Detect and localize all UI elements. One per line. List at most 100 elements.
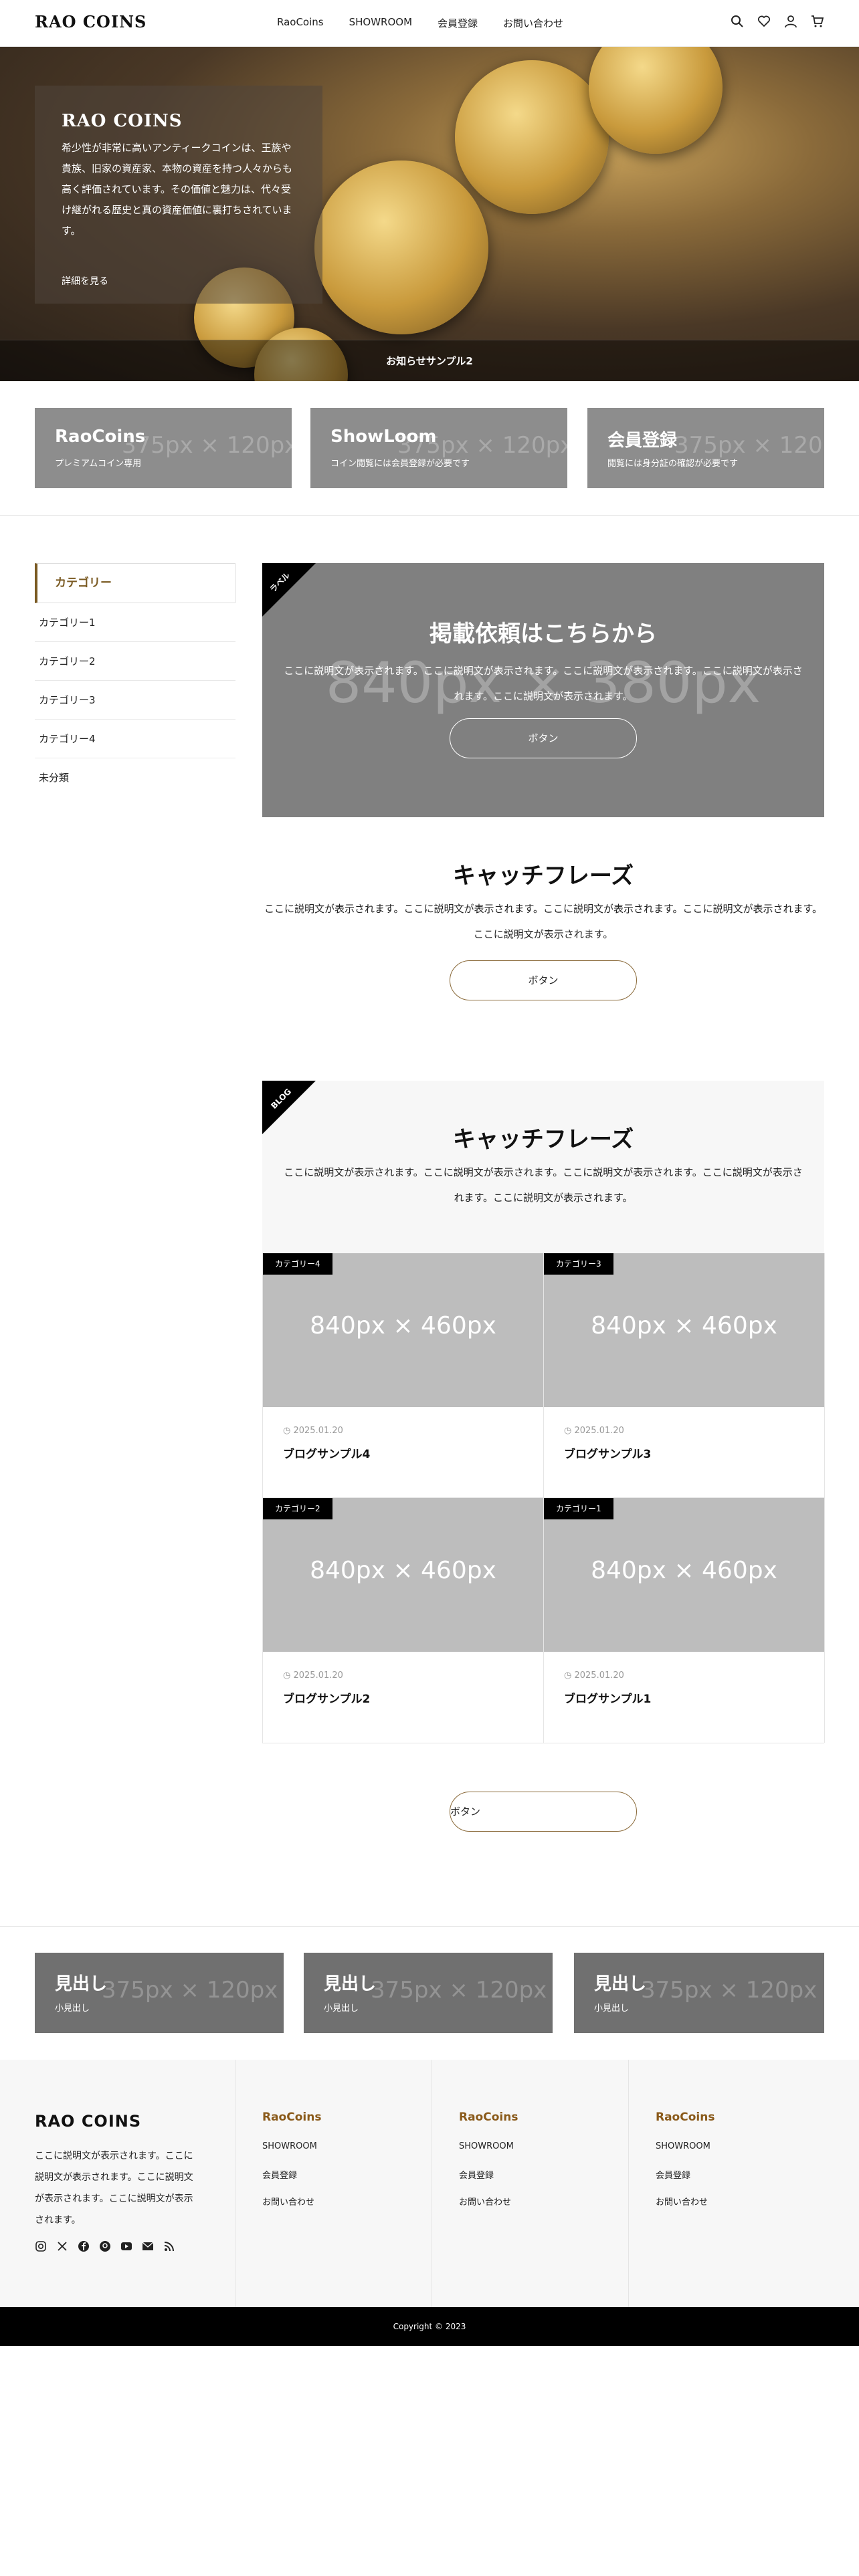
user-icon[interactable] [784,15,797,28]
footer-link[interactable]: お問い合わせ [656,2195,714,2208]
catch-button[interactable]: ボタン [450,960,637,1000]
bottom-banner[interactable]: 375px × 120px 見出し 小見出し [304,1953,553,2033]
footer-link[interactable]: お問い合わせ [459,2195,518,2208]
banner-placeholder: 375px × 120px [641,1977,818,2004]
facebook-icon[interactable] [78,2240,90,2252]
banner-placeholder: 375px × 120px [122,432,292,459]
clock-icon: ◷ [283,1426,294,1436]
post-title: ブログサンプル1 [564,1693,652,1706]
heart-icon[interactable] [757,15,771,28]
catch-description: ここに説明文が表示されます。ここに説明文が表示されます。ここに説明文が表示されま… [264,903,822,940]
hero-detail-link[interactable]: 詳細を見る [62,274,108,288]
youtube-icon[interactable] [120,2240,132,2252]
instagram-icon[interactable] [35,2240,47,2252]
blog-more-button[interactable]: ボタン [450,1792,637,1832]
category-item[interactable]: カテゴリー2 [35,642,235,681]
mail-icon[interactable] [142,2240,154,2252]
footer-description: ここに説明文が表示されます。ここに説明文が表示されます。ここに説明文が表示されま… [35,2151,193,2226]
post-date: ◷ 2025.01.20 [283,1426,343,1436]
blog-grid: 840px × 460px カテゴリー4 ◷ 2025.01.20 ブログサンプ… [262,1253,825,1743]
blog-card[interactable]: 840px × 460px カテゴリー2 ◷ 2025.01.20 ブログサンプ… [263,1498,544,1743]
rss-icon[interactable] [163,2240,175,2252]
post-date-text: 2025.01.20 [574,1426,624,1436]
banner-showloom[interactable]: 375px × 120px ShowLoom コイン閲覧には会員登録が必要です [310,408,567,488]
banner-subtitle: コイン閲覧には会員登録が必要です [330,459,470,469]
blog-title: キャッチフレーズ [452,1126,634,1153]
site-footer: RAO COINS ここに説明文が表示されます。ここに説明文が表示されます。ここ… [0,2060,859,2307]
blog-card[interactable]: 840px × 460px カテゴリー1 ◷ 2025.01.20 ブログサンプ… [544,1498,825,1743]
footer-link[interactable]: SHOWROOM [656,2141,714,2152]
footer-column-heading: RaoCoins [459,2111,518,2124]
post-date: ◷ 2025.01.20 [564,1426,624,1436]
ad-button[interactable]: ボタン [450,718,637,758]
post-date: ◷ 2025.01.20 [564,1671,624,1681]
footer-link-column: RaoCoins SHOWROOM 会員登録 お問い合わせ [235,2060,432,2307]
category-item[interactable]: カテゴリー4 [35,720,235,758]
banner-raocoins[interactable]: 375px × 120px RaoCoins プレミアムコイン専用 [35,408,292,488]
section-divider [0,515,859,516]
footer-link[interactable]: お問い合わせ [262,2195,321,2208]
header-icons [731,15,824,28]
footer-link[interactable]: SHOWROOM [459,2141,518,2152]
nav-item-raocoins[interactable]: RaoCoins [277,16,324,30]
coin-image [589,47,723,154]
footer-link[interactable]: 会員登録 [262,2168,321,2181]
banner-placeholder: 375px × 120px [102,1977,278,2004]
category-item[interactable]: カテゴリー3 [35,681,235,720]
footer-link[interactable]: 会員登録 [656,2168,714,2181]
banner-title: RaoCoins [55,427,146,447]
banner-subtitle: 小見出し [324,2004,359,2014]
footer-logo[interactable]: RAO COINS [35,2112,141,2131]
footer-column-heading: RaoCoins [656,2111,715,2124]
category-tag: カテゴリー4 [263,1253,332,1275]
post-title: ブログサンプル2 [283,1693,371,1706]
footer-link[interactable]: SHOWROOM [262,2141,321,2152]
site-logo[interactable]: RAO COINS [35,12,147,31]
social-links [35,2240,175,2252]
post-thumbnail: 840px × 460px カテゴリー4 [263,1253,543,1407]
footer-link[interactable]: 会員登録 [459,2168,518,2181]
catch-title: キャッチフレーズ [452,863,634,889]
image-placeholder: 840px × 460px [310,1312,496,1339]
banner-register[interactable]: 375px × 120px 会員登録 閲覧には身分証の確認が必要です [587,408,824,488]
banner-subtitle: 閲覧には身分証の確認が必要です [607,459,739,469]
post-thumbnail: 840px × 460px カテゴリー1 [544,1498,824,1652]
cart-icon[interactable] [811,15,824,28]
post-date: ◷ 2025.01.20 [283,1671,343,1681]
post-title: ブログサンプル3 [564,1448,652,1461]
blog-section: BLOG キャッチフレーズ ここに説明文が表示されます。ここに説明文が表示されま… [262,1081,825,1743]
nav-item-register[interactable]: 会員登録 [438,16,478,30]
blog-card[interactable]: 840px × 460px カテゴリー3 ◷ 2025.01.20 ブログサンプ… [544,1253,825,1498]
search-icon[interactable] [731,15,744,28]
nav-item-contact[interactable]: お問い合わせ [503,16,563,30]
bottom-banner[interactable]: 375px × 120px 見出し 小見出し [35,1953,284,2033]
banner-placeholder: 375px × 120px [674,432,824,459]
category-tag: カテゴリー1 [544,1498,613,1519]
image-placeholder: 840px × 460px [310,1557,496,1584]
coin-image [455,60,609,214]
catch-section: キャッチフレーズ ここに説明文が表示されます。ここに説明文が表示されます。ここに… [262,817,824,1081]
category-sidebar: カテゴリー カテゴリー1 カテゴリー2 カテゴリー3 カテゴリー4 未分類 [35,563,235,797]
copyright-text: Copyright © 2023 [393,2322,466,2331]
hero-title: RAO COINS [62,111,183,131]
category-item[interactable]: 未分類 [35,758,235,797]
post-thumbnail: 840px × 460px カテゴリー3 [544,1253,824,1407]
bottom-banner[interactable]: 375px × 120px 見出し 小見出し [574,1953,824,2033]
banner-title: 見出し [55,1974,108,1994]
blog-card[interactable]: 840px × 460px カテゴリー4 ◷ 2025.01.20 ブログサンプ… [263,1253,544,1498]
nav-item-showroom[interactable]: SHOWROOM [349,16,412,30]
pinterest-icon[interactable] [99,2240,111,2252]
image-placeholder: 840px × 460px [591,1557,777,1584]
image-placeholder: 840px × 460px [591,1312,777,1339]
copyright-bar: Copyright © 2023 [0,2307,859,2346]
category-item[interactable]: カテゴリー1 [35,603,235,642]
ad-title: 掲載依頼はこちらから [430,621,657,647]
news-link[interactable]: お知らせサンプル2 [0,354,859,368]
blog-description: ここに説明文が表示されます。ここに説明文が表示されます。ここに説明文が表示されま… [284,1166,803,1204]
coin-image [314,160,488,334]
banner-title: 見出し [594,1974,647,1994]
clock-icon: ◷ [564,1426,575,1436]
banner-subtitle: プレミアムコイン専用 [55,459,142,469]
x-icon[interactable] [56,2240,68,2252]
post-thumbnail: 840px × 460px カテゴリー2 [263,1498,543,1652]
